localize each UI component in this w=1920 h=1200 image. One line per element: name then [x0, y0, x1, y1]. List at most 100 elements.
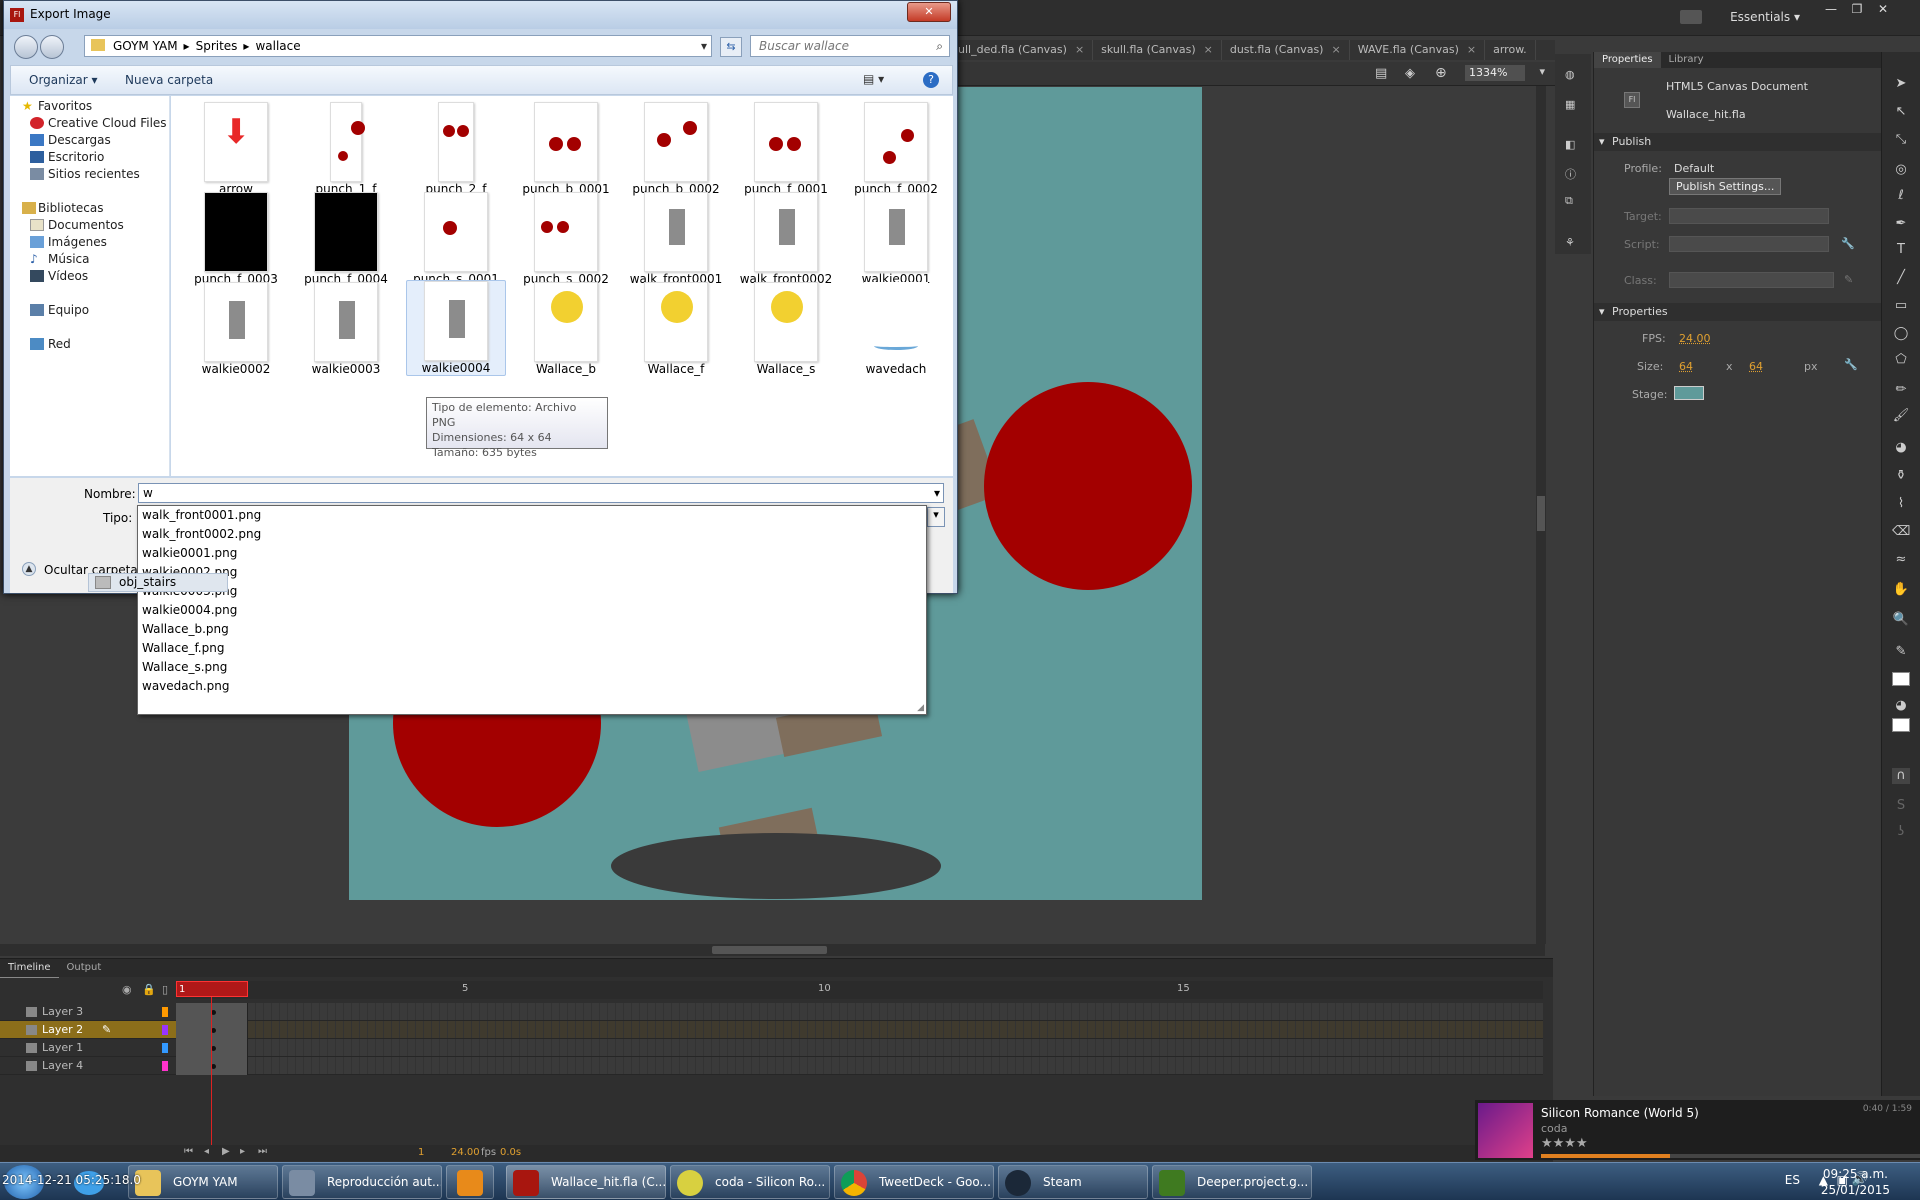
layer-row[interactable]: Layer 1 [0, 1039, 176, 1057]
clapper-icon[interactable]: ▤ [1375, 66, 1387, 81]
chevron-down-icon[interactable]: ▾ [1539, 65, 1545, 78]
doc-tab[interactable]: WAVE.fla (Canvas) × [1350, 40, 1486, 60]
ink-bottle-icon[interactable]: ⚱ [1892, 468, 1910, 484]
3d-rotation-icon[interactable]: ◎ [1892, 162, 1910, 178]
eraser-icon[interactable]: ⌫ [1892, 524, 1910, 540]
free-transform-icon[interactable]: ⤡ [1892, 132, 1910, 148]
tab-properties[interactable]: Properties [1594, 52, 1661, 68]
pen-tool-icon[interactable]: ✒ [1892, 216, 1910, 232]
info-icon[interactable]: ⓘ [1565, 166, 1576, 182]
tab-library[interactable]: Library [1661, 52, 1712, 68]
text-tool-icon[interactable]: T [1892, 242, 1910, 258]
file-item[interactable]: punch_s_0001 [406, 192, 506, 286]
doc-tab[interactable]: dust.fla (Canvas) × [1222, 40, 1350, 60]
smooth-icon[interactable]: S [1892, 798, 1910, 814]
polystar-tool-icon[interactable]: ⬠ [1892, 352, 1910, 368]
keyframe[interactable] [176, 1057, 248, 1075]
layer-row-selected[interactable]: Layer 2 ✎ [0, 1021, 176, 1039]
file-item[interactable]: punch_f_0001 [736, 102, 836, 196]
brush-tool-icon[interactable]: 🖌 [1892, 408, 1910, 424]
autocomplete-item[interactable]: walk_front0002.png [142, 527, 261, 541]
keyframe[interactable] [176, 1039, 248, 1057]
keyframe[interactable] [176, 1021, 248, 1039]
dialog-titlebar[interactable]: Fl Export Image ✕ [4, 1, 957, 29]
chevron-down-icon[interactable]: ▾ [701, 36, 707, 56]
paint-bucket-icon[interactable]: ◕ [1892, 440, 1910, 456]
doc-tab[interactable]: skull.fla (Canvas) × [1093, 40, 1222, 60]
forward-icon[interactable] [40, 35, 64, 59]
file-item[interactable]: walk_front0001 [626, 192, 726, 286]
minimize-icon[interactable]: — [1820, 2, 1842, 18]
taskbar-item-active[interactable]: Wallace_hit.fla (C... [506, 1165, 666, 1199]
file-item[interactable]: punch_f_0004 [296, 192, 396, 286]
breadcrumb-item[interactable]: Sprites [196, 39, 238, 53]
file-item[interactable]: walkie0002 [186, 282, 286, 376]
layer-color-swatch[interactable] [162, 1061, 168, 1071]
color-icon[interactable]: ◧ [1565, 138, 1575, 151]
layer-color-swatch[interactable] [162, 1025, 168, 1035]
layer-color-swatch[interactable] [162, 1043, 168, 1053]
pencil-tool-icon[interactable]: ✏ [1892, 382, 1910, 398]
frame-row[interactable] [176, 1057, 1543, 1075]
tab-output[interactable]: Output [59, 959, 110, 977]
wrench-icon[interactable]: 🔧 [1844, 358, 1858, 371]
first-frame-icon[interactable]: ⏮ [184, 1146, 193, 1157]
search-input[interactable]: Buscar wallace ⌕ [750, 35, 950, 57]
next-frame-icon[interactable]: ▸ [240, 1146, 245, 1157]
close-tab-icon[interactable]: × [1331, 43, 1340, 56]
taskbar-item[interactable] [446, 1165, 494, 1199]
close-icon[interactable]: ✕ [1872, 2, 1894, 18]
center-stage-icon[interactable]: ⊕ [1435, 65, 1447, 81]
layer-color-swatch[interactable] [162, 1007, 168, 1017]
vscroll-thumb[interactable] [1537, 496, 1545, 531]
help-icon[interactable]: ? [923, 72, 939, 88]
outline-icon[interactable]: ▯ [162, 983, 168, 996]
resize-grip-icon[interactable]: ◢ [917, 703, 924, 713]
taskbar-item[interactable]: GOYM YAM [128, 1165, 278, 1199]
autocomplete-item[interactable]: Wallace_s.png [142, 660, 227, 674]
stage-vscroll[interactable] [1536, 86, 1546, 944]
frame-row[interactable] [176, 1003, 1543, 1021]
music-widget[interactable]: Silicon Romance (World 5) coda ★★★★ 0:40… [1475, 1100, 1920, 1160]
lock-icon[interactable]: 🔒 [142, 983, 156, 996]
fps-value[interactable]: 24.00 [1679, 332, 1711, 345]
straighten-icon[interactable]: ʖ [1892, 824, 1910, 840]
autocomplete-item[interactable]: walk_front0001.png [142, 508, 261, 522]
file-item[interactable]: walkie0001 [846, 192, 946, 286]
components-icon[interactable]: ⚘ [1565, 236, 1575, 249]
zoom-tool-icon[interactable]: 🔍 [1892, 612, 1910, 628]
snap-magnet-icon[interactable]: ∩ [1892, 768, 1910, 784]
height-value[interactable]: 64 [1749, 360, 1763, 373]
keyframe[interactable] [176, 1003, 248, 1021]
last-frame-icon[interactable]: ⏭ [258, 1146, 267, 1157]
track-progress[interactable] [1541, 1154, 1920, 1158]
hscroll-thumb[interactable] [712, 946, 827, 954]
timeline-fps[interactable]: 24.00 [451, 1147, 480, 1158]
breadcrumb-item[interactable]: GOYM YAM [113, 39, 178, 53]
dialog-close-button[interactable]: ✕ [907, 2, 951, 22]
view-options-icon[interactable]: ▤ ▾ [863, 72, 884, 86]
play-icon[interactable]: ▶ [222, 1146, 230, 1157]
align-icon[interactable]: ▦ [1565, 98, 1575, 111]
breadcrumb-item[interactable]: wallace [255, 39, 300, 53]
frame-row[interactable] [176, 1039, 1543, 1057]
layer-row[interactable]: Layer 4 [0, 1057, 176, 1075]
taskbar-item[interactable]: Reproducción aut... [282, 1165, 442, 1199]
restore-icon[interactable]: ❐ [1846, 2, 1868, 18]
back-icon[interactable] [14, 35, 38, 59]
target-select[interactable] [1669, 208, 1829, 224]
file-item-selected[interactable]: walkie0004 [406, 280, 506, 376]
sync-icon[interactable] [1680, 10, 1702, 24]
organize-button[interactable]: Organizar ▾ [29, 73, 98, 87]
search-icon[interactable]: ⌕ [936, 36, 943, 56]
close-tab-icon[interactable]: × [1467, 43, 1476, 56]
frame-ruler[interactable]: 5 10 15 [176, 981, 1543, 999]
publish-section-header[interactable]: ▾ Publish [1594, 133, 1882, 151]
nav-item-videos[interactable]: Vídeos [10, 266, 170, 286]
nav-item-sitios-recientes[interactable]: Sitios recientes [10, 164, 170, 184]
doc-tab[interactable]: ull_ded.fla (Canvas) × [950, 40, 1094, 60]
rating-stars-icon[interactable]: ★★★★ [1541, 1136, 1588, 1151]
breadcrumb[interactable]: GOYM YAM ▸ Sprites ▸ wallace ▾ [84, 35, 712, 57]
chevron-down-icon[interactable]: ▾ [934, 484, 940, 502]
prev-frame-icon[interactable]: ◂ [204, 1146, 209, 1157]
